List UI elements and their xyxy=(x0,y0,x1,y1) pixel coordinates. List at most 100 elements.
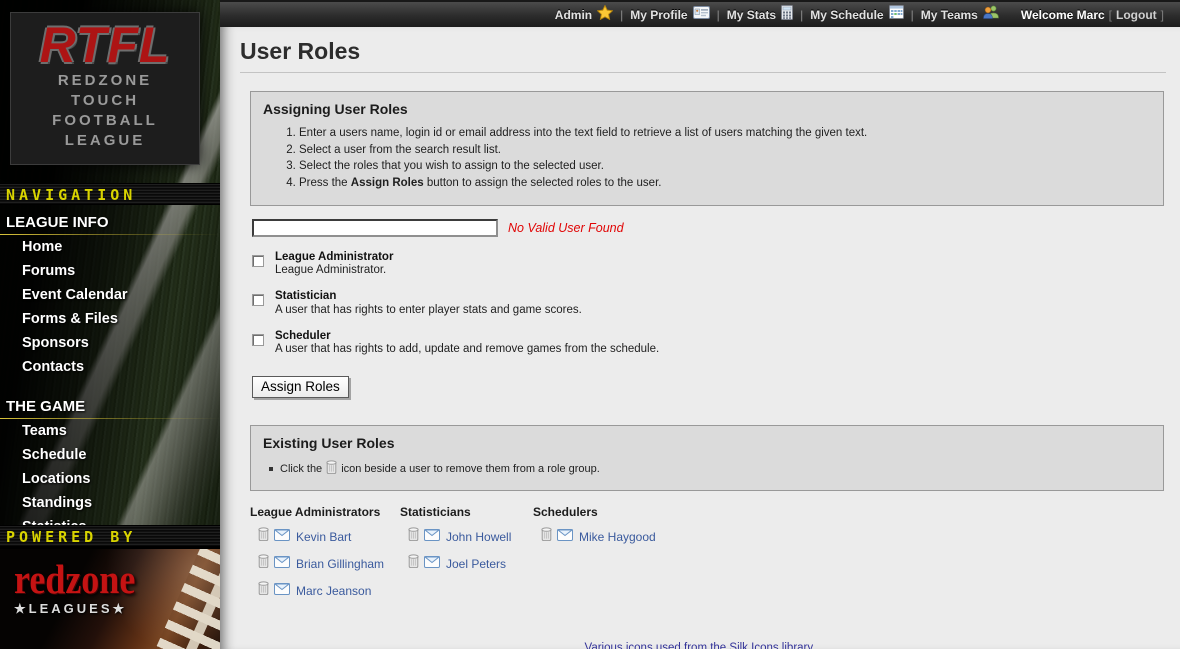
instruction-step: Select the roles that you wish to assign… xyxy=(299,160,1151,172)
sidebar-item-forums[interactable]: Forums xyxy=(0,259,220,283)
email-icon[interactable] xyxy=(424,555,440,573)
page-title: User Roles xyxy=(240,38,1166,73)
topbar-separator: | xyxy=(800,8,803,22)
assigning-user-roles-panel: Assigning User Roles Enter a users name,… xyxy=(250,91,1164,206)
assign-roles-button[interactable]: Assign Roles xyxy=(252,376,349,398)
powered-by-logo-area: redzone ★LEAGUES★ xyxy=(0,549,220,649)
topbar-separator: | xyxy=(717,8,720,22)
logout-bracket: [ xyxy=(1109,8,1112,22)
remove-user-icon[interactable] xyxy=(408,527,419,546)
powered-by-header: POWERED BY xyxy=(0,525,220,547)
existing-user-roles-panel: Existing User Roles Click the icon besid… xyxy=(250,425,1164,491)
navigation-header: NAVIGATION xyxy=(0,183,220,205)
topbar: Admin | My Profile | My Stats | My Sched… xyxy=(220,0,1180,27)
user-name-link[interactable]: Kevin Bart xyxy=(296,530,351,544)
group-title: Schedulers xyxy=(533,505,656,519)
topbar-item-my-stats[interactable]: My Stats xyxy=(727,5,793,25)
step-text: button to assign the selected roles to t… xyxy=(424,177,662,189)
user-name-link[interactable]: Marc Jeanson xyxy=(296,584,371,598)
instruction-step: Select a user from the search result lis… xyxy=(299,144,1151,156)
role-option-statistician: Statistician A user that has rights to e… xyxy=(252,290,1180,316)
group-league-administrators: League Administrators Kevin Bart Brian G… xyxy=(250,505,400,600)
topbar-item-my-schedule[interactable]: My Schedule xyxy=(810,5,903,24)
sidebar-item-contacts[interactable]: Contacts xyxy=(0,355,220,379)
role-name: Statistician xyxy=(275,290,1180,302)
user-name-link[interactable]: Mike Haygood xyxy=(579,530,656,544)
role-name: League Administrator xyxy=(275,251,1180,263)
remove-user-icon[interactable] xyxy=(258,527,269,546)
user-row: John Howell xyxy=(408,527,533,546)
sidebar: RTFL REDZONE TOUCH FOOTBALL LEAGUE NAVIG… xyxy=(0,0,220,649)
league-logo: RTFL REDZONE TOUCH FOOTBALL LEAGUE xyxy=(10,12,200,165)
instructions-list: Enter a users name, login id or email ad… xyxy=(263,127,1151,189)
sidebar-item-standings[interactable]: Standings xyxy=(0,491,220,515)
topbar-item-label: Admin xyxy=(555,8,592,22)
user-name-link[interactable]: Joel Peters xyxy=(446,557,506,571)
role-checkbox-statistician[interactable] xyxy=(252,294,264,306)
group-title: League Administrators xyxy=(250,505,400,519)
redzone-leagues-logo: redzone xyxy=(14,558,135,599)
section-title-league-info: LEAGUE INFO xyxy=(0,205,220,235)
role-groups: League Administrators Kevin Bart Brian G… xyxy=(250,505,1180,600)
user-name-link[interactable]: John Howell xyxy=(446,530,511,544)
remove-user-icon[interactable] xyxy=(258,554,269,573)
football-laces-graphic xyxy=(149,549,220,649)
welcome-user-label: Welcome Marc xyxy=(1021,8,1105,22)
main-content: User Roles Assigning User Roles Enter a … xyxy=(220,27,1180,649)
sidebar-item-schedule[interactable]: Schedule xyxy=(0,443,220,467)
role-checkbox-league-administrator[interactable] xyxy=(252,255,264,267)
calculator-icon xyxy=(781,5,793,25)
sidebar-item-home[interactable]: Home xyxy=(0,235,220,259)
role-name: Scheduler xyxy=(275,330,1180,342)
email-icon[interactable] xyxy=(424,528,440,546)
vcard-icon xyxy=(693,6,710,24)
topbar-item-my-teams[interactable]: My Teams xyxy=(921,5,999,24)
panel-title: Assigning User Roles xyxy=(263,101,1151,117)
topbar-item-my-profile[interactable]: My Profile xyxy=(630,6,709,24)
sidebar-item-event-calendar[interactable]: Event Calendar xyxy=(0,283,220,307)
role-checkbox-scheduler[interactable] xyxy=(252,334,264,346)
remove-user-icon[interactable] xyxy=(541,527,552,546)
email-icon[interactable] xyxy=(274,582,290,600)
user-name-link[interactable]: Brian Gillingham xyxy=(296,557,384,571)
group-title: Statisticians xyxy=(400,505,533,519)
topbar-separator: | xyxy=(911,8,914,22)
panel-title: Existing User Roles xyxy=(263,435,1151,451)
topbar-item-label: My Stats xyxy=(727,8,776,22)
topbar-item-label: My Profile xyxy=(630,8,687,22)
footer-credit-icons: Various icons used from the Silk Icons l… xyxy=(220,642,1180,649)
group-schedulers: Schedulers Mike Haygood xyxy=(533,505,656,600)
remove-user-icon[interactable] xyxy=(408,554,419,573)
topbar-item-label: My Teams xyxy=(921,8,978,22)
user-search-input[interactable] xyxy=(252,219,498,237)
logout-link[interactable]: Logout xyxy=(1116,8,1157,22)
sidebar-item-forms-files[interactable]: Forms & Files xyxy=(0,307,220,331)
step-bold-text: Assign Roles xyxy=(351,177,424,189)
note-text: icon beside a user to remove them from a… xyxy=(341,463,600,475)
role-option-scheduler: Scheduler A user that has rights to add,… xyxy=(252,330,1180,356)
user-row: Joel Peters xyxy=(408,554,533,573)
logo-line: LEAGUE xyxy=(11,131,199,151)
remove-user-icon[interactable] xyxy=(258,581,269,600)
sidebar-item-sponsors[interactable]: Sponsors xyxy=(0,331,220,355)
user-row: Marc Jeanson xyxy=(258,581,400,600)
topbar-item-label: My Schedule xyxy=(810,8,883,22)
redzone-leagues-sub: ★LEAGUES★ xyxy=(14,601,127,617)
email-icon[interactable] xyxy=(274,555,290,573)
bullet-square xyxy=(269,467,273,471)
search-status-message: No Valid User Found xyxy=(508,221,624,235)
sidebar-item-teams[interactable]: Teams xyxy=(0,419,220,443)
logout-bracket: ] xyxy=(1161,8,1164,22)
instruction-step: Press the Assign Roles button to assign … xyxy=(299,177,1151,189)
sidebar-item-locations[interactable]: Locations xyxy=(0,467,220,491)
note-text: Click the xyxy=(280,463,322,475)
logo-line: REDZONE xyxy=(11,71,199,91)
role-description: A user that has rights to add, update an… xyxy=(275,343,1180,355)
user-row: Mike Haygood xyxy=(541,527,656,546)
user-search-row: No Valid User Found xyxy=(252,219,1180,237)
email-icon[interactable] xyxy=(274,528,290,546)
group-statisticians: Statisticians John Howell Joel Peters xyxy=(400,505,533,600)
topbar-item-admin[interactable]: Admin xyxy=(555,5,613,25)
email-icon[interactable] xyxy=(557,528,573,546)
logo-line: FOOTBALL xyxy=(11,111,199,131)
